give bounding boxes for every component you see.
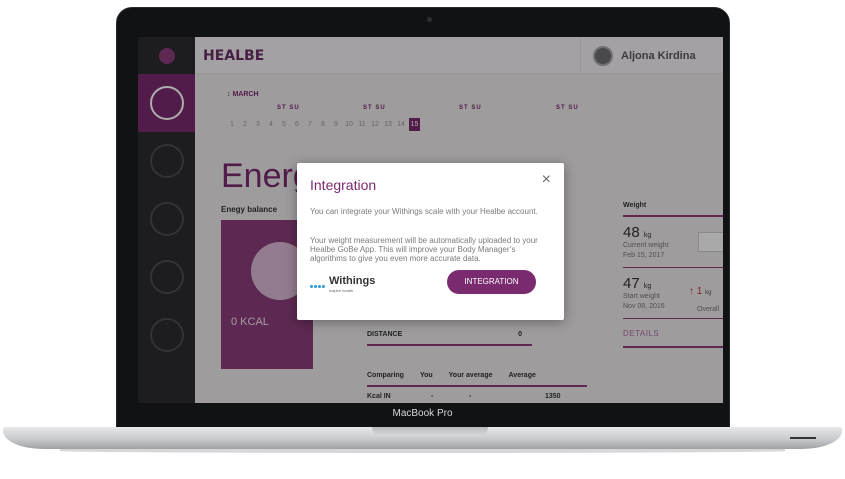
integration-button[interactable]: INTEGRATION <box>447 270 536 294</box>
app-screen: HEALBE Aljona Kirdina ↕ MARCH ST SU ST S… <box>138 37 723 403</box>
close-icon[interactable]: × <box>542 171 551 189</box>
side-slot <box>790 437 816 439</box>
lid-notch <box>372 427 488 436</box>
integration-dialog: Integration × You can integrate your Wit… <box>297 163 564 320</box>
laptop-frame: HEALBE Aljona Kirdina ↕ MARCH ST SU ST S… <box>0 0 845 479</box>
laptop-foot <box>60 449 785 453</box>
withings-dots-icon <box>310 284 325 288</box>
camera <box>427 17 432 22</box>
dialog-text-intro: You can integrate your Withings scale wi… <box>310 207 538 216</box>
dialog-title: Integration <box>310 177 377 193</box>
device-label: MacBook Pro <box>392 408 453 419</box>
withings-tagline: Inspire health <box>329 288 354 293</box>
dialog-text-detail: Your weight measurement will be automati… <box>310 236 538 263</box>
withings-logo: Withings Inspire health <box>310 276 375 296</box>
